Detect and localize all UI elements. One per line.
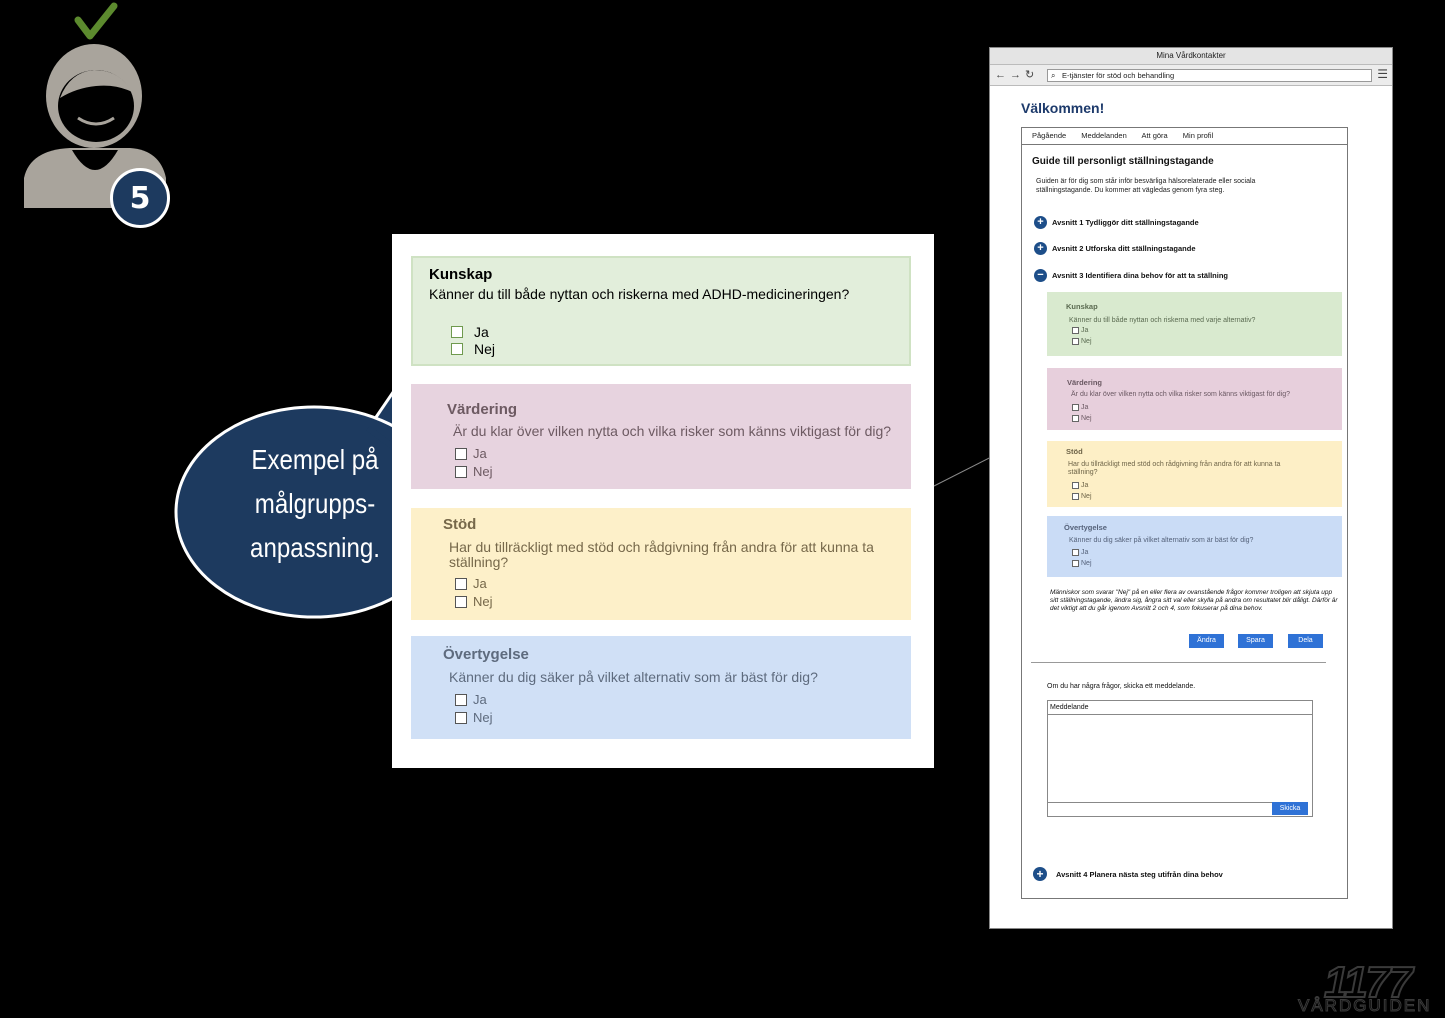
section-title: Stöd: [1066, 447, 1083, 456]
checkbox[interactable]: [1072, 549, 1079, 556]
section-title: Övertygelse: [1064, 523, 1107, 532]
divider: [1031, 662, 1326, 663]
option-nej[interactable]: Nej: [1072, 338, 1092, 345]
section-question: Känner du till både nyttan och riskerna …: [1069, 317, 1256, 324]
ask-text: Om du har några frågor, skicka ett medde…: [1047, 683, 1196, 690]
checkbox[interactable]: [1072, 560, 1079, 567]
message-form: Meddelande Skicka: [1047, 700, 1313, 817]
section-question: Har du tillräckligt med stöd och rådgivn…: [1068, 461, 1281, 476]
browser-window: Mina Vårdkontakter ←→↻ ⌕ E-tjänster för …: [989, 47, 1393, 929]
share-button[interactable]: Dela: [1288, 634, 1323, 648]
send-button[interactable]: Skicka: [1272, 802, 1308, 815]
message-label: Meddelande: [1048, 701, 1312, 715]
message-input[interactable]: [1048, 802, 1272, 816]
guide-title: Guide till personligt ställningstagande: [1032, 156, 1214, 167]
option-ja[interactable]: Ja: [1072, 404, 1088, 411]
plus-icon: +: [1033, 867, 1047, 881]
nav-arrows-icon[interactable]: ←→↻: [995, 68, 1038, 81]
minus-icon: −: [1034, 269, 1047, 282]
section-title: Värdering: [1067, 378, 1103, 387]
checkbox[interactable]: [1072, 404, 1079, 411]
checkbox[interactable]: [1072, 338, 1079, 345]
section-question: Känner du dig säker på vilket alternativ…: [1069, 537, 1254, 544]
plus-icon: +: [1034, 242, 1047, 255]
option-ja[interactable]: Ja: [1072, 327, 1088, 334]
welcome-heading: Välkommen!: [1021, 100, 1105, 116]
section-title: Kunskap: [1066, 302, 1098, 311]
overtygelse-section: Övertygelse Känner du dig säker på vilke…: [1047, 516, 1342, 577]
checkbox[interactable]: [1072, 482, 1079, 489]
vardering-section: Värdering Är du klar över vilken nytta o…: [1047, 368, 1342, 430]
tab-meddelanden[interactable]: Meddelanden: [1081, 131, 1126, 140]
section-question: Är du klar över vilken nytta och vilka r…: [1071, 391, 1291, 398]
option-ja[interactable]: Ja: [1072, 549, 1088, 556]
accordion-section-1[interactable]: + Avsnitt 1 Tydliggör ditt ställningstaga…: [1034, 216, 1199, 229]
accordion-section-3[interactable]: − Avsnitt 3 Identifiera dina behov för at…: [1034, 269, 1228, 282]
checkbox[interactable]: [1072, 493, 1079, 500]
window-title: Mina Vårdkontakter: [990, 48, 1392, 65]
kunskap-section: Kunskap Känner du till både nyttan och r…: [1047, 292, 1342, 356]
stod-section: Stöd Har du tillräckligt med stöd och rå…: [1047, 441, 1342, 507]
accordion-section-4[interactable]: + Avsnitt 4 Planera nästa steg utifrån di…: [1033, 867, 1223, 881]
tab-min-profil[interactable]: Min profil: [1183, 131, 1213, 140]
logo-name: VÅRDGUIDEN: [1297, 996, 1432, 1016]
change-button[interactable]: Ändra: [1189, 634, 1224, 648]
save-button[interactable]: Spara: [1238, 634, 1273, 648]
option-nej[interactable]: Nej: [1072, 415, 1092, 422]
search-icon: ⌕: [1051, 71, 1056, 80]
guide-description: Guiden är för dig som står inför besvärl…: [1036, 178, 1256, 194]
tab-att-gora[interactable]: Att göra: [1141, 131, 1167, 140]
plus-icon: +: [1034, 216, 1047, 229]
checkbox[interactable]: [1072, 327, 1079, 334]
checkbox[interactable]: [1072, 415, 1079, 422]
tab-bar: Pågående Meddelanden Att göra Min profil: [1022, 128, 1347, 145]
option-nej[interactable]: Nej: [1072, 493, 1092, 500]
main-content: Pågående Meddelanden Att göra Min profil…: [1021, 127, 1348, 899]
tab-pagaende[interactable]: Pågående: [1032, 131, 1066, 140]
guidance-note: Människor som svarar "Nej" på en eller f…: [1050, 589, 1338, 612]
address-bar-row: ←→↻ ⌕ E-tjänster för stöd och behandling…: [990, 65, 1392, 86]
menu-icon[interactable]: ☰: [1377, 67, 1388, 81]
option-ja[interactable]: Ja: [1072, 482, 1088, 489]
option-nej[interactable]: Nej: [1072, 560, 1092, 567]
vardguiden-logo: 1177 VÅRDGUIDEN: [1297, 957, 1445, 1018]
accordion-section-2[interactable]: + Avsnitt 2 Utforska ditt ställningstagan…: [1034, 242, 1196, 255]
url-field[interactable]: ⌕ E-tjänster för stöd och behandling: [1047, 69, 1372, 82]
